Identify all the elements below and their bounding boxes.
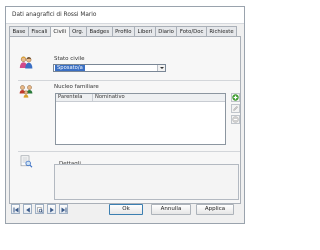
tab-base[interactable]: Base xyxy=(9,26,29,36)
first-icon xyxy=(13,207,19,212)
remove-family-member-button[interactable] xyxy=(231,115,240,124)
last-icon xyxy=(61,207,67,212)
grid-header: Parentela Nominativo xyxy=(56,94,225,102)
tab-org[interactable]: Org. xyxy=(68,26,87,36)
tab-badges[interactable]: Badges xyxy=(85,26,113,36)
chevron-down-icon[interactable] xyxy=(157,65,165,71)
tab-panel-civili: Stato civile Sposato/a Nucleo familiare … xyxy=(9,36,241,204)
tab-profilo[interactable]: Profilo xyxy=(111,26,136,36)
dettagli-field[interactable] xyxy=(54,164,239,200)
cancel-button[interactable]: Annulla xyxy=(151,204,191,215)
family-icon xyxy=(19,85,34,100)
add-family-member-button[interactable] xyxy=(231,93,240,102)
tab-richieste[interactable]: Richieste xyxy=(205,26,238,36)
next-icon xyxy=(50,207,54,212)
nucleo-familiare-grid[interactable]: Parentela Nominativo xyxy=(55,93,226,145)
tab-liberi[interactable]: Liberi xyxy=(134,26,156,36)
window-title: Dati anagrafici di Rossi Mario xyxy=(6,7,244,24)
tab-civili[interactable]: Civili xyxy=(49,26,70,37)
nucleo-familiare-label: Nucleo familiare xyxy=(54,84,99,90)
dialog-window: Dati anagrafici di Rossi Mario Base Fisc… xyxy=(5,6,245,224)
tab-diario[interactable]: Diario xyxy=(154,26,178,36)
stato-civile-label: Stato civile xyxy=(54,56,85,62)
add-icon xyxy=(232,94,239,101)
remove-icon xyxy=(232,116,239,123)
section-divider xyxy=(18,80,240,81)
section-divider xyxy=(18,151,240,152)
edit-family-member-button[interactable] xyxy=(231,104,240,113)
couple-icon xyxy=(19,56,33,71)
column-separator xyxy=(92,94,93,101)
last-record-button[interactable] xyxy=(59,204,68,214)
previous-icon xyxy=(26,207,30,212)
search-record-button[interactable] xyxy=(35,204,44,214)
edit-icon xyxy=(233,105,239,111)
document-search-icon xyxy=(20,155,33,170)
next-record-button[interactable] xyxy=(47,204,56,214)
previous-record-button[interactable] xyxy=(23,204,32,214)
column-header-parentela[interactable]: Parentela xyxy=(58,94,82,101)
tab-fiscali[interactable]: Fiscali xyxy=(27,26,51,36)
first-record-button[interactable] xyxy=(11,204,20,214)
search-icon xyxy=(37,206,43,213)
apply-button[interactable]: Applica xyxy=(196,204,234,215)
stato-civile-value: Sposato/a xyxy=(55,65,85,71)
tab-foto-doc[interactable]: Foto/Doc xyxy=(176,26,207,36)
stato-civile-select[interactable]: Sposato/a xyxy=(53,64,166,72)
ok-button[interactable]: Ok xyxy=(109,204,143,215)
bottom-toolbar: Ok Annulla Applica xyxy=(5,204,245,218)
column-header-nominativo[interactable]: Nominativo xyxy=(95,94,125,101)
